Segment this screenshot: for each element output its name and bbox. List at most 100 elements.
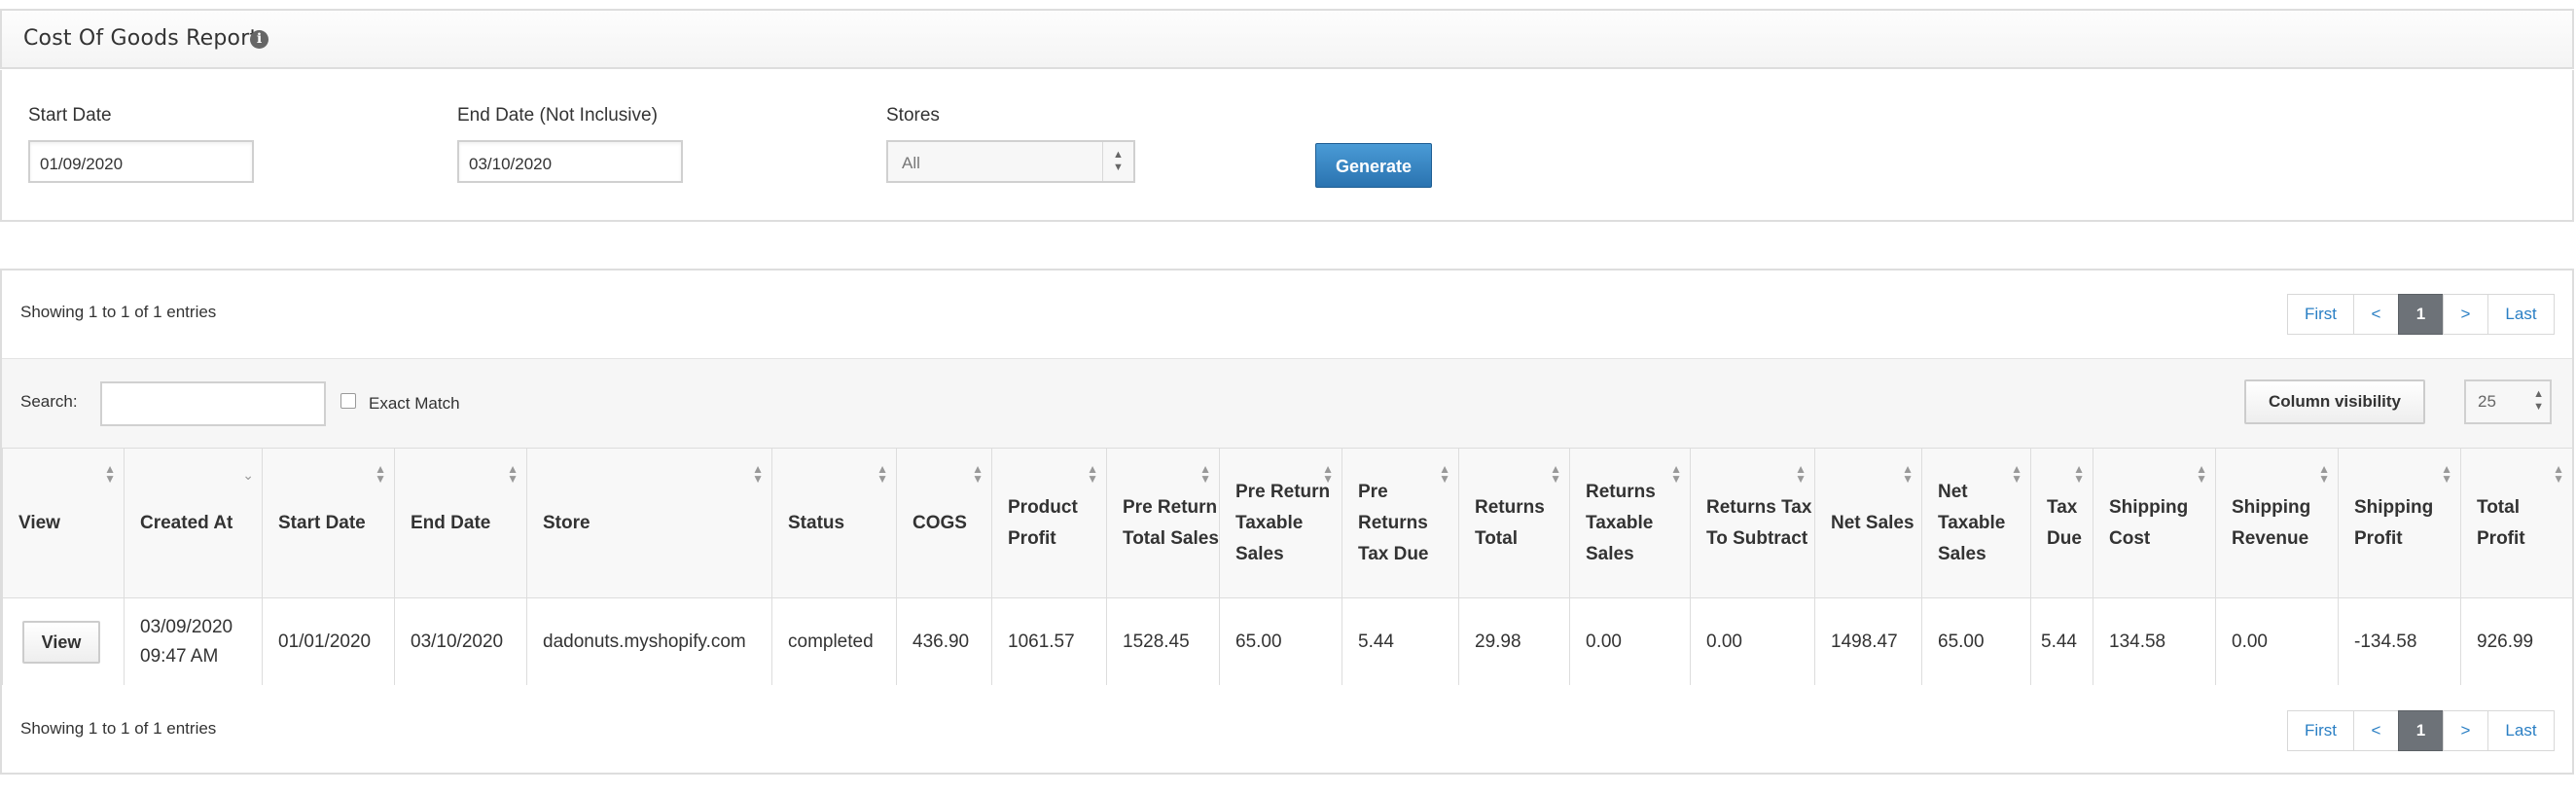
cell-net-sales: 1498.47 [1814,597,1922,686]
sort-icon: ▲ ▼ [1322,462,1334,486]
table-row: View 03/09/2020 09:47 AM 01/01/2020 03/10… [2,597,2573,686]
pager-next-button[interactable]: > [2443,710,2488,751]
generate-button[interactable]: Generate [1315,143,1432,188]
column-visibility-button[interactable]: Column visibility [2244,379,2425,424]
column-header-start-date[interactable]: Start Date ▲ ▼ [262,448,395,598]
stores-select-value: All [902,154,920,172]
column-header-label: Shipping Cost [2109,496,2189,549]
search-input[interactable] [100,381,326,426]
pager-prev-button[interactable]: < [2353,294,2399,335]
start-date-input[interactable]: 01/09/2020 [28,140,254,183]
sort-icon: ▲ ▼ [2011,462,2022,486]
sort-icon: ▲ ▼ [1087,462,1098,486]
cell-cogs: 436.90 [896,597,992,686]
info-icon[interactable]: i [250,30,268,49]
sort-icon: ▲ ▼ [2196,462,2207,486]
end-date-input[interactable]: 03/10/2020 [457,140,683,183]
column-header-returns-taxable-sales[interactable]: Returns Taxable Sales ▲ ▼ [1569,448,1691,598]
cell-net-taxable-sales: 65.00 [1921,597,2031,686]
column-header-net-taxable-sales[interactable]: Net Taxable Sales ▲ ▼ [1921,448,2031,598]
end-date-label: End Date (Not Inclusive) [457,105,658,126]
column-header-label: Created At [140,512,233,533]
sort-icon: ▲ ▼ [1795,462,1807,486]
cell-status: completed [771,597,897,686]
column-header-label: Store [543,512,590,533]
column-header-shipping-profit[interactable]: Shipping Profit ▲ ▼ [2338,448,2461,598]
select-arrows-icon: ▲ ▼ [2533,388,2544,413]
pagination-top: First < 1 > Last [2287,294,2555,335]
column-header-view[interactable]: View ▲ ▼ [2,448,125,598]
view-button[interactable]: View [22,620,100,664]
start-date-label: Start Date [28,105,112,126]
cell-created-at: 03/09/2020 09:47 AM [124,597,263,686]
table-info-bottom: Showing 1 to 1 of 1 entries First < 1 > … [2,685,2572,773]
sort-desc-icon: ⌄ [242,467,254,483]
column-header-net-sales[interactable]: Net Sales ▲ ▼ [1814,448,1922,598]
table-header-row: View ▲ ▼ Created At ⌄ Start Date ▲ ▼ End Date… [2,448,2573,598]
pager-first-button[interactable]: First [2287,294,2354,335]
column-header-label: Product Profit [1008,496,1078,549]
results-panel: Showing 1 to 1 of 1 entries First < 1 > … [0,269,2574,775]
column-header-label: Net Taxable Sales [1938,481,2006,564]
cell-shipping-profit: -134.58 [2338,597,2461,686]
column-header-returns-total[interactable]: Returns Total ▲ ▼ [1458,448,1570,598]
sort-icon: ▲ ▼ [1550,462,1561,486]
page-length-select[interactable]: 25 ▲ ▼ [2464,379,2552,424]
sort-icon: ▲ ▼ [2553,462,2564,486]
column-header-end-date[interactable]: End Date ▲ ▼ [394,448,527,598]
cell-shipping-cost: 134.58 [2093,597,2216,686]
search-label: Search: [20,392,78,411]
sort-icon: ▲ ▼ [104,462,116,486]
column-header-product-profit[interactable]: Product Profit ▲ ▼ [991,448,1107,598]
column-header-tax-due[interactable]: Tax Due ▲ ▼ [2030,448,2093,598]
cell-pre-returns-tax-due: 5.44 [1342,597,1459,686]
column-header-label: Total Profit [2477,496,2525,549]
pager-last-button[interactable]: Last [2487,710,2555,751]
column-header-cogs[interactable]: COGS ▲ ▼ [896,448,992,598]
cell-returns-tax-to-subtract: 0.00 [1690,597,1815,686]
column-header-label: Pre Returns Tax Due [1358,481,1429,564]
column-header-status[interactable]: Status ▲ ▼ [771,448,897,598]
pager-prev-button[interactable]: < [2353,710,2399,751]
pager-page-1-button[interactable]: 1 [2398,294,2444,335]
cell-returns-taxable-sales: 0.00 [1569,597,1691,686]
sort-icon: ▲ ▼ [1439,462,1450,486]
column-header-created-at[interactable]: Created At ⌄ [124,448,263,598]
column-header-label: Shipping Revenue [2232,496,2311,549]
column-header-pre-returns-tax-due[interactable]: Pre Returns Tax Due ▲ ▼ [1342,448,1459,598]
stores-select[interactable]: All ▲ ▼ [886,140,1135,183]
created-date: 03/09/2020 [140,616,233,637]
entries-info-bottom: Showing 1 to 1 of 1 entries [20,719,217,738]
column-header-label: Net Sales [1831,512,1914,533]
column-header-label: Returns Total [1475,496,1545,549]
column-header-total-profit[interactable]: Total Profit ▲ ▼ [2460,448,2573,598]
cell-shipping-revenue: 0.00 [2215,597,2339,686]
entries-info-top: Showing 1 to 1 of 1 entries [20,303,217,321]
cell-store: dadonuts.myshopify.com [526,597,772,686]
results-table: View ▲ ▼ Created At ⌄ Start Date ▲ ▼ End Date… [2,448,2573,686]
cell-pre-return-taxable-sales: 65.00 [1219,597,1342,686]
column-header-label: Pre Return Total Sales [1123,496,1219,549]
filter-form: Start Date 01/09/2020 End Date (Not Incl… [0,70,2574,222]
column-header-pre-return-total-sales[interactable]: Pre Return Total Sales ▲ ▼ [1106,448,1220,598]
sort-icon: ▲ ▼ [2318,462,2330,486]
column-header-label: Status [788,512,845,533]
column-header-shipping-revenue[interactable]: Shipping Revenue ▲ ▼ [2215,448,2339,598]
sort-icon: ▲ ▼ [2441,462,2452,486]
column-header-shipping-cost[interactable]: Shipping Cost ▲ ▼ [2093,448,2216,598]
column-header-returns-tax-to-subtract[interactable]: Returns Tax To Subtract ▲ ▼ [1690,448,1815,598]
column-header-label: Tax Due [2047,496,2082,549]
sort-icon: ▲ ▼ [1670,462,1682,486]
pager-last-button[interactable]: Last [2487,294,2555,335]
cell-end-date: 03/10/2020 [394,597,527,686]
cell-start-date: 01/01/2020 [262,597,395,686]
pager-page-1-button[interactable]: 1 [2398,710,2444,751]
sort-icon: ▲ ▼ [1902,462,1914,486]
pager-first-button[interactable]: First [2287,710,2354,751]
pager-next-button[interactable]: > [2443,294,2488,335]
cell-product-profit: 1061.57 [991,597,1107,686]
column-header-pre-return-taxable-sales[interactable]: Pre Return Taxable Sales ▲ ▼ [1219,448,1342,598]
exact-match-checkbox[interactable] [340,393,356,409]
select-arrows-icon: ▲ ▼ [1102,142,1133,181]
column-header-store[interactable]: Store ▲ ▼ [526,448,772,598]
